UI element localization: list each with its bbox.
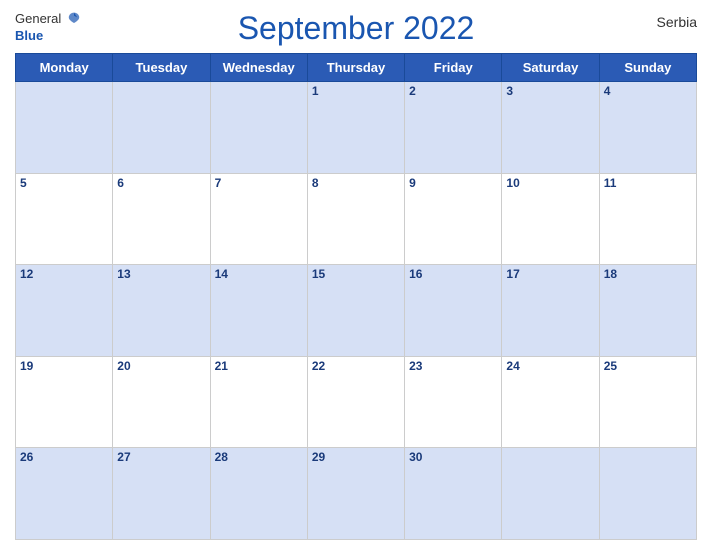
day-number-30: 30 — [409, 450, 497, 464]
day-number-29: 29 — [312, 450, 400, 464]
day-number-1: 1 — [312, 84, 400, 98]
empty-cell — [113, 82, 210, 174]
weekday-header-friday: Friday — [405, 54, 502, 82]
weekday-header-thursday: Thursday — [307, 54, 404, 82]
weekday-header-tuesday: Tuesday — [113, 54, 210, 82]
day-number-28: 28 — [215, 450, 303, 464]
day-cell-9: 9 — [405, 173, 502, 265]
day-cell-1: 1 — [307, 82, 404, 174]
day-cell-12: 12 — [16, 265, 113, 357]
country-label: Serbia — [657, 14, 697, 30]
day-cell-25: 25 — [599, 356, 696, 448]
day-number-2: 2 — [409, 84, 497, 98]
header-area: General Blue September 2022 Serbia — [15, 10, 697, 47]
day-number-8: 8 — [312, 176, 400, 190]
day-number-21: 21 — [215, 359, 303, 373]
logo-bird-icon — [66, 10, 82, 28]
day-number-24: 24 — [506, 359, 594, 373]
week-row-2: 56789 10 11 — [16, 173, 697, 265]
day-cell-15: 15 — [307, 265, 404, 357]
day-cell-28: 28 — [210, 448, 307, 540]
day-number-14: 14 — [215, 267, 303, 281]
day-number-26: 26 — [20, 450, 108, 464]
logo-blue: Blue — [15, 28, 43, 44]
day-cell-19: 19 — [16, 356, 113, 448]
week-row-3: 12 13 14 15 16 17 18 — [16, 265, 697, 357]
day-cell-4: 4 — [599, 82, 696, 174]
day-number-12: 12 — [20, 267, 108, 281]
weekday-header-monday: Monday — [16, 54, 113, 82]
day-cell-5: 5 — [16, 173, 113, 265]
day-cell-11: 11 — [599, 173, 696, 265]
day-cell-2: 2 — [405, 82, 502, 174]
day-cell-13: 13 — [113, 265, 210, 357]
day-number-13: 13 — [117, 267, 205, 281]
weekday-header-row: MondayTuesdayWednesdayThursdayFridaySatu… — [16, 54, 697, 82]
day-number-4: 4 — [604, 84, 692, 98]
day-number-22: 22 — [312, 359, 400, 373]
empty-cell — [599, 448, 696, 540]
empty-cell — [502, 448, 599, 540]
logo-area: General Blue — [15, 10, 82, 44]
week-row-5: 26 27 28 29 30 — [16, 448, 697, 540]
day-number-6: 6 — [117, 176, 205, 190]
logo-general: General — [15, 10, 82, 28]
day-cell-17: 17 — [502, 265, 599, 357]
day-number-10: 10 — [506, 176, 594, 190]
day-number-11: 11 — [604, 176, 692, 190]
weekday-header-saturday: Saturday — [502, 54, 599, 82]
day-cell-21: 21 — [210, 356, 307, 448]
calendar-title: September 2022 — [238, 10, 475, 47]
day-number-20: 20 — [117, 359, 205, 373]
day-cell-10: 10 — [502, 173, 599, 265]
day-number-9: 9 — [409, 176, 497, 190]
calendar-table: MondayTuesdayWednesdayThursdayFridaySatu… — [15, 53, 697, 540]
week-row-4: 19 20 21 22 23 24 25 — [16, 356, 697, 448]
day-cell-30: 30 — [405, 448, 502, 540]
day-number-19: 19 — [20, 359, 108, 373]
day-cell-14: 14 — [210, 265, 307, 357]
day-cell-20: 20 — [113, 356, 210, 448]
week-row-1: 1234 — [16, 82, 697, 174]
day-number-7: 7 — [215, 176, 303, 190]
day-number-27: 27 — [117, 450, 205, 464]
day-cell-23: 23 — [405, 356, 502, 448]
day-cell-6: 6 — [113, 173, 210, 265]
day-number-15: 15 — [312, 267, 400, 281]
empty-cell — [16, 82, 113, 174]
day-cell-7: 7 — [210, 173, 307, 265]
day-number-23: 23 — [409, 359, 497, 373]
day-number-25: 25 — [604, 359, 692, 373]
day-number-16: 16 — [409, 267, 497, 281]
day-number-3: 3 — [506, 84, 594, 98]
day-cell-22: 22 — [307, 356, 404, 448]
day-cell-3: 3 — [502, 82, 599, 174]
empty-cell — [210, 82, 307, 174]
day-number-18: 18 — [604, 267, 692, 281]
day-cell-8: 8 — [307, 173, 404, 265]
day-cell-29: 29 — [307, 448, 404, 540]
day-number-5: 5 — [20, 176, 108, 190]
weekday-header-sunday: Sunday — [599, 54, 696, 82]
day-cell-18: 18 — [599, 265, 696, 357]
day-cell-26: 26 — [16, 448, 113, 540]
day-cell-16: 16 — [405, 265, 502, 357]
day-cell-24: 24 — [502, 356, 599, 448]
day-number-17: 17 — [506, 267, 594, 281]
weekday-header-wednesday: Wednesday — [210, 54, 307, 82]
day-cell-27: 27 — [113, 448, 210, 540]
